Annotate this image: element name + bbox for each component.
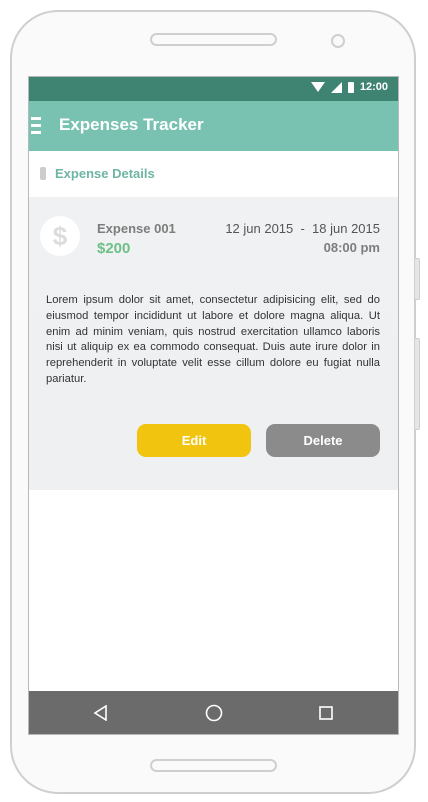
expense-amount: $200 [97, 240, 131, 257]
status-time: 12:00 [359, 81, 388, 93]
wifi-icon [310, 82, 325, 92]
earpiece-speaker [150, 33, 277, 46]
front-camera [331, 34, 345, 48]
edit-button[interactable]: Edit [137, 424, 251, 457]
app-title: Expenses Tracker [59, 115, 204, 134]
screen: 12:00 Expenses Tracker Expense Details $… [28, 76, 399, 735]
delete-button[interactable]: Delete [266, 424, 380, 457]
bottom-speaker [150, 759, 277, 772]
navigation-bar [29, 691, 398, 734]
signal-icon [330, 81, 342, 93]
back-icon[interactable] [91, 703, 111, 723]
expense-name: Expense 001 [97, 221, 176, 236]
app-bar: Expenses Tracker [29, 101, 398, 151]
battery-icon [347, 81, 354, 93]
volume-button [414, 338, 420, 430]
section-marker [40, 167, 46, 180]
power-button [414, 258, 420, 300]
expense-time: 08:00 pm [323, 240, 380, 255]
section-header: Expense Details [29, 151, 398, 197]
status-bar: 12:00 [29, 77, 398, 101]
section-title: Expense Details [55, 166, 155, 181]
menu-icon[interactable] [31, 117, 41, 135]
expense-description: Lorem ipsum dolor sit amet, consectetur … [46, 294, 380, 385]
dollar-icon: $ [40, 216, 80, 256]
expense-card: $ Expense 001 $200 12 jun 2015 - 18 jun … [29, 197, 398, 490]
home-icon[interactable] [204, 703, 224, 723]
recent-apps-icon[interactable] [316, 703, 336, 723]
expense-date-range: 12 jun 2015 - 18 jun 2015 [225, 221, 380, 236]
